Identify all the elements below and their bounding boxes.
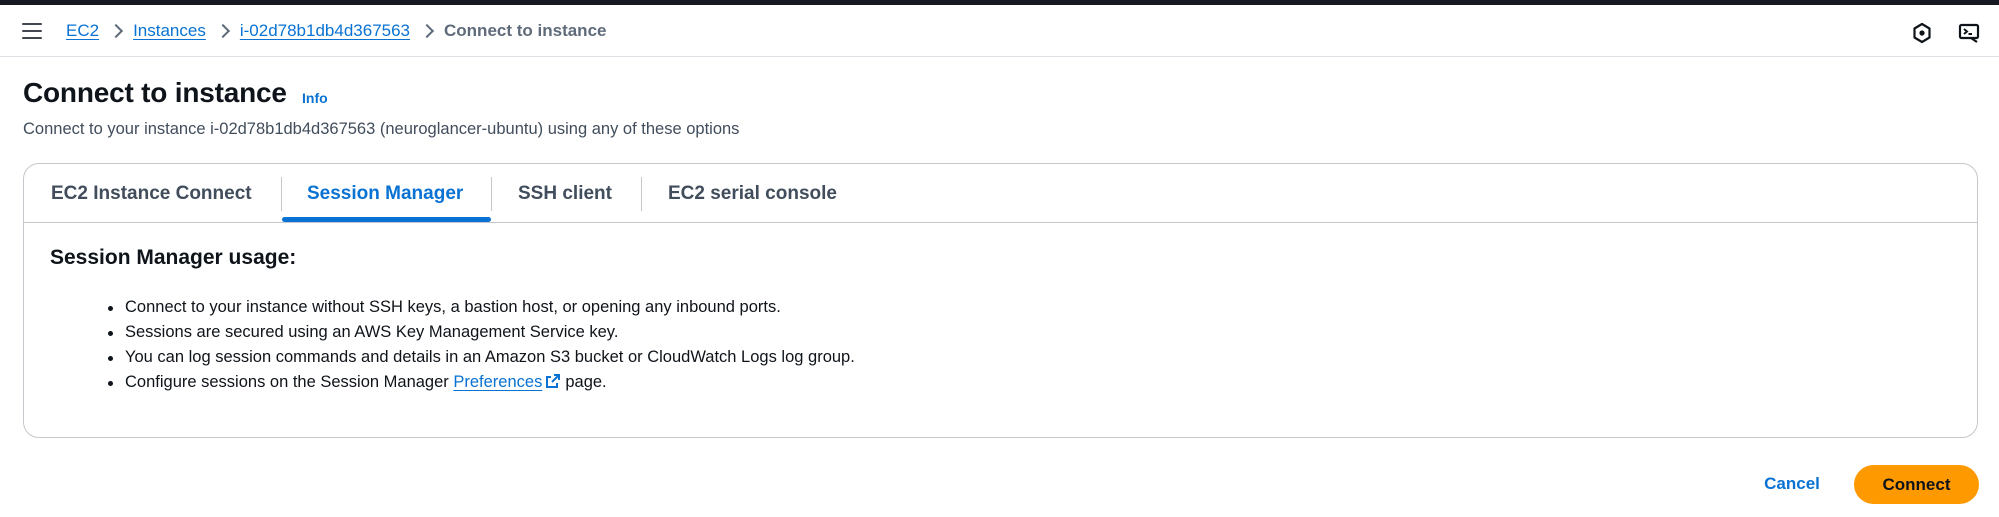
breadcrumb: EC2 Instances i-02d78b1db4d367563 Connec… bbox=[66, 5, 606, 57]
usage-list: Connect to your instance without SSH key… bbox=[102, 295, 855, 395]
hamburger-menu-icon[interactable] bbox=[22, 23, 42, 39]
list-item: Configure sessions on the Session Manage… bbox=[102, 370, 855, 395]
tab-ec2-instance-connect[interactable]: EC2 Instance Connect bbox=[51, 164, 252, 223]
breadcrumb-bar: EC2 Instances i-02d78b1db4d367563 Connec… bbox=[0, 5, 1999, 57]
chevron-right-icon bbox=[206, 5, 240, 57]
cloudshell-icon[interactable] bbox=[1957, 21, 1981, 45]
breadcrumb-current: Connect to instance bbox=[444, 21, 607, 40]
list-item: You can log session commands and details… bbox=[102, 345, 855, 370]
tab-divider bbox=[281, 177, 282, 211]
cancel-button[interactable]: Cancel bbox=[1752, 466, 1832, 502]
list-item: Sessions are secured using an AWS Key Ma… bbox=[102, 320, 855, 345]
external-link-icon[interactable] bbox=[545, 372, 561, 388]
active-tab-indicator bbox=[282, 217, 491, 222]
tab-session-manager[interactable]: Session Manager bbox=[307, 164, 463, 223]
info-link[interactable]: Info bbox=[302, 90, 328, 106]
tab-list: EC2 Instance Connect Session Manager SSH… bbox=[24, 164, 1977, 223]
tab-divider bbox=[641, 177, 642, 211]
breadcrumb-link-instances[interactable]: Instances bbox=[133, 21, 206, 41]
connect-options-container: EC2 Instance Connect Session Manager SSH… bbox=[23, 163, 1978, 438]
chevron-right-icon bbox=[99, 5, 133, 57]
tab-ec2-serial-console[interactable]: EC2 serial console bbox=[668, 164, 837, 223]
section-heading: Session Manager usage: bbox=[50, 246, 297, 269]
list-item: Connect to your instance without SSH key… bbox=[102, 295, 855, 320]
preferences-link[interactable]: Preferences bbox=[453, 373, 542, 391]
chevron-right-icon bbox=[410, 5, 444, 57]
connect-button[interactable]: Connect bbox=[1854, 465, 1979, 504]
hexagon-notifications-icon[interactable] bbox=[1910, 21, 1934, 45]
page-description: Connect to your instance i-02d78b1db4d36… bbox=[23, 120, 740, 138]
page-title: Connect to instance bbox=[23, 77, 287, 108]
tab-ssh-client[interactable]: SSH client bbox=[518, 164, 612, 223]
breadcrumb-link-ec2[interactable]: EC2 bbox=[66, 21, 99, 41]
list-item-text: Configure sessions on the Session Manage… bbox=[125, 373, 449, 391]
tab-divider bbox=[491, 177, 492, 211]
breadcrumb-link-instance-id[interactable]: i-02d78b1db4d367563 bbox=[240, 21, 410, 41]
list-item-text: page. bbox=[565, 373, 607, 391]
